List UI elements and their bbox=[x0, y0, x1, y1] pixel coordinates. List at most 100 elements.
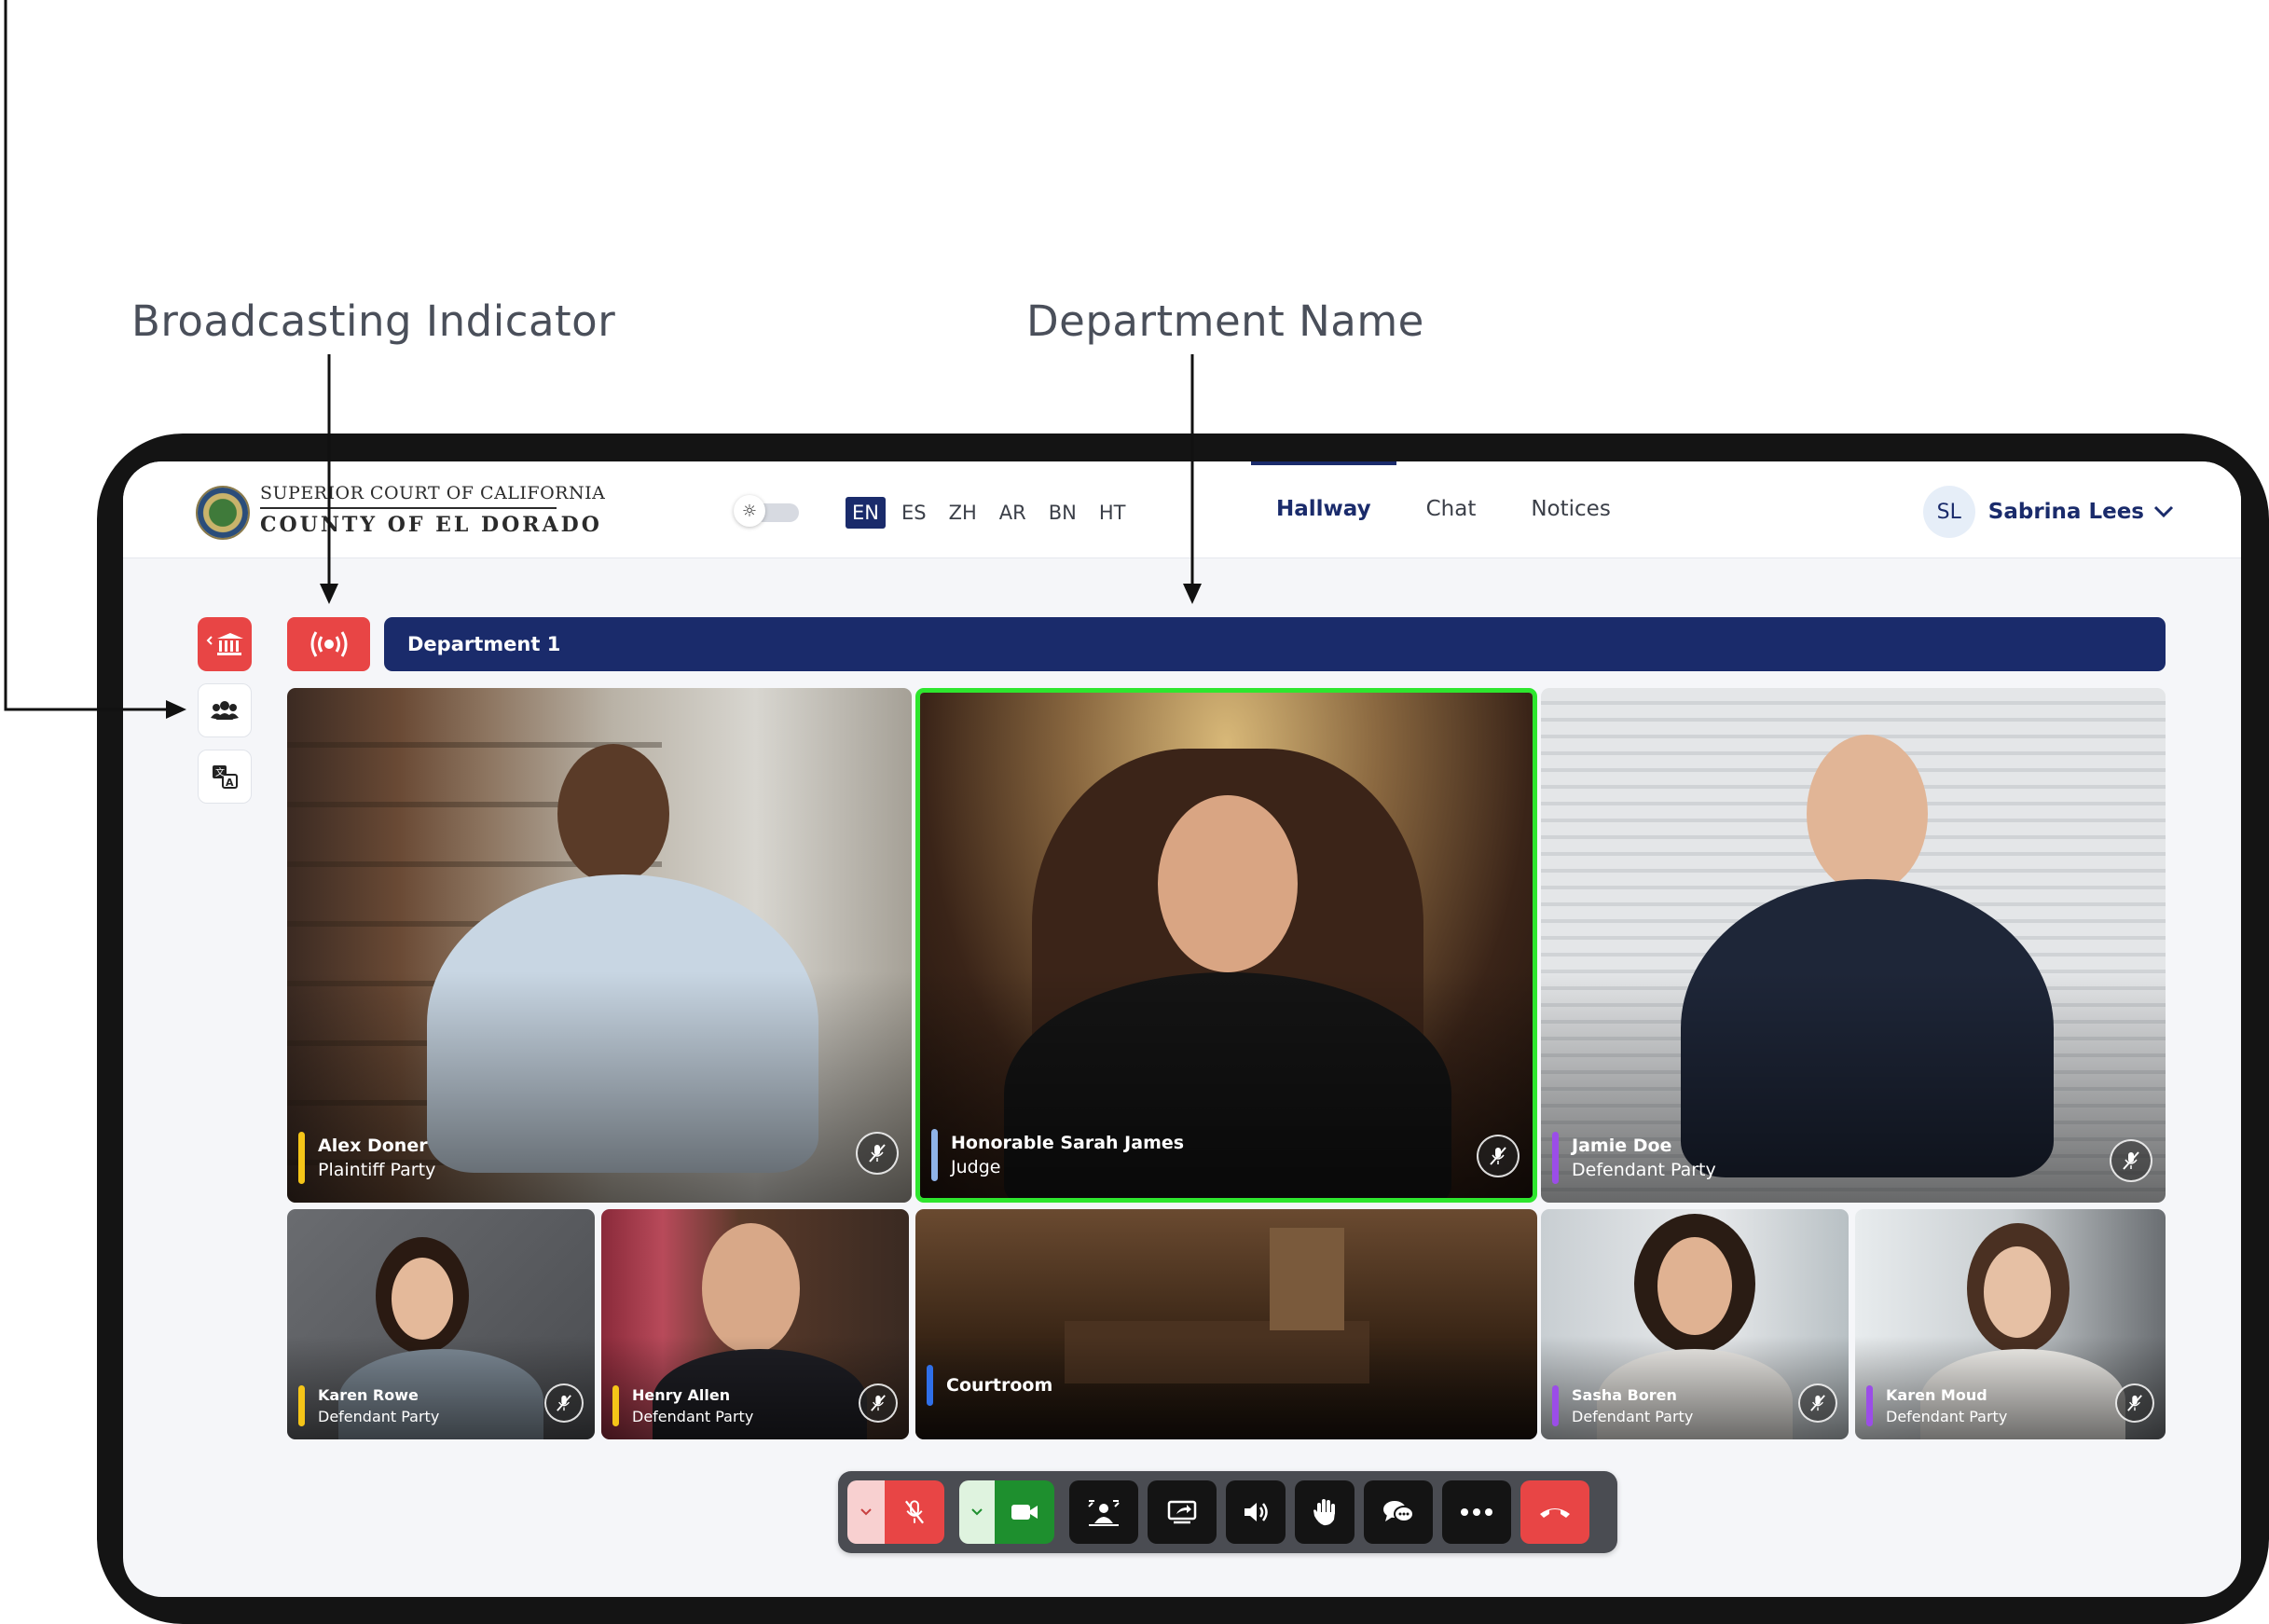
role-stripe bbox=[1866, 1385, 1873, 1426]
participant-role: Defendant Party bbox=[1572, 1160, 1716, 1180]
mic-off-icon bbox=[869, 1144, 886, 1163]
broadcasting-indicator[interactable] bbox=[287, 617, 370, 671]
participant-name: Alex Doner bbox=[318, 1135, 428, 1156]
person-head bbox=[1158, 795, 1298, 972]
department-name: Department 1 bbox=[407, 633, 561, 655]
theme-toggle[interactable]: ☼ bbox=[734, 495, 801, 527]
courtroom-door bbox=[1270, 1228, 1344, 1330]
translate-icon: 文 A bbox=[213, 765, 238, 789]
chevron-down-icon bbox=[2153, 505, 2174, 518]
courthouse-back-icon bbox=[206, 633, 243, 655]
participant-caption: Honorable Sarah James Judge bbox=[931, 1129, 1184, 1181]
role-stripe bbox=[612, 1385, 619, 1426]
speaker-button[interactable] bbox=[1226, 1480, 1286, 1544]
mic-off-icon bbox=[1490, 1147, 1506, 1165]
person-face bbox=[1657, 1237, 1732, 1335]
role-stripe bbox=[298, 1132, 305, 1184]
participant-caption: Karen Moud Defendant Party bbox=[1866, 1385, 2007, 1426]
end-call-button[interactable] bbox=[1520, 1480, 1589, 1544]
broadcast-icon bbox=[310, 631, 347, 657]
lang-es[interactable]: ES bbox=[895, 497, 933, 529]
logo-divider bbox=[260, 507, 557, 509]
role-stripe bbox=[931, 1129, 938, 1181]
broadcasting-indicator-callout: Broadcasting Indicator bbox=[131, 296, 616, 346]
video-tile-alex-doner[interactable]: Alex Doner Plaintiff Party bbox=[287, 688, 912, 1203]
user-name: Sabrina Lees bbox=[1987, 500, 2144, 524]
logo-title: SUPERIOR COURT OF CALIFORNIA bbox=[260, 483, 606, 503]
user-menu[interactable]: SL Sabrina Lees bbox=[1922, 486, 2174, 538]
participants-button[interactable] bbox=[198, 683, 252, 737]
mic-toggle-button[interactable] bbox=[885, 1480, 944, 1544]
participant-name: Karen Rowe bbox=[318, 1386, 419, 1404]
mic-off-icon bbox=[871, 1395, 886, 1411]
mic-muted-indicator bbox=[2115, 1383, 2154, 1423]
participant-role: Defendant Party bbox=[318, 1408, 440, 1425]
participant-name: Honorable Sarah James bbox=[951, 1133, 1185, 1153]
lang-ar[interactable]: AR bbox=[993, 497, 1033, 529]
lang-ht[interactable]: HT bbox=[1093, 497, 1133, 529]
camera-toggle-button[interactable] bbox=[995, 1480, 1054, 1544]
chevron-down-icon bbox=[860, 1508, 872, 1516]
logo-subtitle: COUNTY OF EL DORADO bbox=[260, 513, 602, 537]
language-switcher: EN ES ZH AR BN HT bbox=[846, 497, 1142, 529]
main-tabs: Hallway Chat Notices bbox=[1251, 461, 1641, 557]
mic-muted-indicator bbox=[856, 1132, 899, 1175]
sun-icon: ☼ bbox=[734, 495, 765, 527]
role-stripe bbox=[1552, 1385, 1559, 1426]
chevron-down-icon bbox=[971, 1508, 983, 1516]
app-header: SUPERIOR COURT OF CALIFORNIA COUNTY OF E… bbox=[123, 461, 2241, 558]
call-controls-bar bbox=[838, 1471, 1617, 1553]
mic-muted-indicator bbox=[1798, 1383, 1837, 1423]
share-screen-button[interactable] bbox=[1148, 1480, 1217, 1544]
participant-caption: Henry Allen Defendant Party bbox=[612, 1385, 753, 1426]
mic-off-icon bbox=[1810, 1395, 1825, 1411]
chat-bubbles-icon bbox=[1383, 1501, 1414, 1522]
participant-role: Defendant Party bbox=[632, 1408, 754, 1425]
video-tile-karen-rowe[interactable]: Karen Rowe Defendant Party bbox=[287, 1209, 595, 1439]
video-tile-jamie-doe[interactable]: Jamie Doe Defendant Party bbox=[1541, 688, 2166, 1203]
background-effects-button[interactable] bbox=[1069, 1480, 1138, 1544]
lang-en[interactable]: EN bbox=[846, 497, 886, 529]
video-tile-karen-moud[interactable]: Karen Moud Defendant Party bbox=[1855, 1209, 2166, 1439]
camera-on-icon bbox=[1011, 1505, 1038, 1520]
video-tile-courtroom[interactable]: Courtroom bbox=[915, 1209, 1537, 1439]
mic-muted-indicator bbox=[2110, 1139, 2152, 1182]
mic-off-icon bbox=[557, 1395, 571, 1411]
camera-options-button[interactable] bbox=[959, 1480, 995, 1544]
tab-hallway[interactable]: Hallway bbox=[1251, 461, 1396, 557]
background-blur-icon bbox=[1088, 1500, 1120, 1526]
mic-off-icon bbox=[2123, 1151, 2139, 1170]
participant-role: Judge bbox=[951, 1157, 1001, 1177]
participant-caption: Alex Doner Plaintiff Party bbox=[298, 1132, 435, 1184]
end-call-icon bbox=[1540, 1508, 1570, 1518]
mic-muted-icon bbox=[904, 1500, 925, 1524]
participant-name: Jamie Doe bbox=[1572, 1135, 1672, 1156]
chat-button[interactable] bbox=[1364, 1480, 1433, 1544]
tab-chat[interactable]: Chat bbox=[1401, 461, 1502, 557]
speaker-volume-icon bbox=[1245, 1503, 1268, 1521]
more-options-icon bbox=[1461, 1508, 1492, 1516]
more-options-button[interactable] bbox=[1442, 1480, 1511, 1544]
video-tile-judge[interactable]: Honorable Sarah James Judge bbox=[915, 688, 1537, 1203]
department-name-callout: Department Name bbox=[1026, 296, 1424, 346]
participant-caption: Courtroom bbox=[927, 1365, 1052, 1406]
back-to-courthouse-button[interactable] bbox=[198, 617, 252, 671]
court-seal-icon bbox=[196, 486, 250, 540]
mic-off-icon bbox=[2127, 1395, 2142, 1411]
raise-hand-button[interactable] bbox=[1295, 1480, 1355, 1544]
participant-name: Karen Moud bbox=[1886, 1386, 1987, 1404]
person-head bbox=[702, 1223, 800, 1354]
video-tile-henry-allen[interactable]: Henry Allen Defendant Party bbox=[601, 1209, 909, 1439]
tab-notices[interactable]: Notices bbox=[1506, 461, 1635, 557]
department-name-bar: Department 1 bbox=[384, 617, 2166, 671]
person-head bbox=[557, 744, 669, 884]
lang-bn[interactable]: BN bbox=[1042, 497, 1083, 529]
svg-text:A: A bbox=[226, 777, 234, 789]
lang-zh[interactable]: ZH bbox=[942, 497, 983, 529]
person-head bbox=[1807, 735, 1928, 893]
app-screen: SUPERIOR COURT OF CALIFORNIA COUNTY OF E… bbox=[123, 461, 2241, 1597]
video-tile-sasha-boren[interactable]: Sasha Boren Defendant Party bbox=[1541, 1209, 1849, 1439]
translation-button[interactable]: 文 A bbox=[198, 750, 252, 804]
participant-role: Plaintiff Party bbox=[318, 1160, 436, 1180]
mic-options-button[interactable] bbox=[847, 1480, 885, 1544]
